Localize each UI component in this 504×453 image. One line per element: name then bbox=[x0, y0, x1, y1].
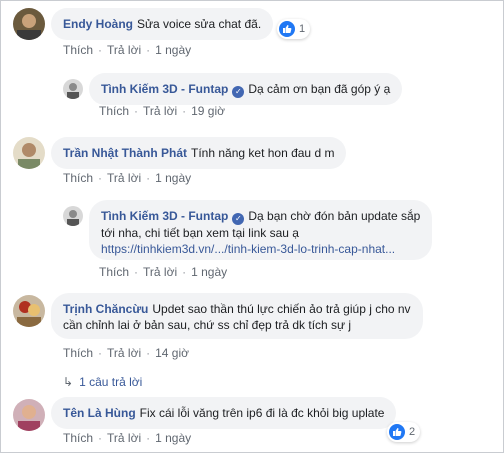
comment-text: Fix cái lỗi văng trên ip6 đi là đc khỏi … bbox=[139, 406, 385, 420]
comment-bubble: Trịnh Chăncừu Updet sao thần thú lực chiế… bbox=[51, 293, 423, 339]
comment-actions: Thích · Trả lời · 1 ngày bbox=[63, 431, 191, 445]
timestamp[interactable]: 19 giờ bbox=[191, 104, 225, 118]
comment-actions: Thích · Trả lời · 1 ngày bbox=[63, 171, 191, 185]
separator-dot: · bbox=[182, 265, 187, 279]
reply-bubble: Tình Kiếm 3D - Funtap ✓ Dạ cảm ơn bạn đã g… bbox=[89, 73, 403, 105]
timestamp[interactable]: 14 giờ bbox=[155, 346, 189, 360]
comment-text: Tính năng ket hon đau d m bbox=[191, 146, 335, 160]
reply-bubble: Tình Kiếm 3D - Funtap ✓ Dạ bạn chờ đón bản… bbox=[89, 200, 433, 260]
reaction-summary[interactable]: 1 bbox=[277, 19, 311, 39]
like-button[interactable]: Thích bbox=[63, 346, 93, 360]
separator-dot: · bbox=[146, 43, 151, 57]
reply-text-line1: Dạ bạn chờ đón bản update sắp bbox=[248, 209, 421, 223]
avatar[interactable] bbox=[13, 8, 45, 40]
separator-dot: · bbox=[146, 346, 151, 360]
reply-button[interactable]: Trả lời bbox=[143, 104, 177, 118]
like-button[interactable]: Thích bbox=[63, 171, 93, 185]
separator-dot: · bbox=[146, 171, 151, 185]
separator-dot: · bbox=[98, 171, 103, 185]
separator-dot: · bbox=[98, 43, 103, 57]
reaction-summary[interactable]: 2 bbox=[387, 422, 421, 442]
reply-text: Dạ cảm ơn bạn đã góp ý ạ bbox=[248, 82, 391, 96]
comment-text: Sửa voice sửa chat đã. bbox=[137, 17, 262, 31]
comment-author[interactable]: Tên Là Hùng bbox=[63, 406, 136, 420]
verified-badge-icon: ✓ bbox=[232, 86, 245, 98]
reply-button[interactable]: Trả lời bbox=[143, 265, 177, 279]
timestamp[interactable]: 1 ngày bbox=[191, 265, 227, 279]
like-button[interactable]: Thích bbox=[99, 104, 129, 118]
comment-bubble: Trần Nhật Thành Phát Tính năng ket hon đa… bbox=[51, 137, 347, 169]
view-replies-link[interactable]: ↳ 1 câu trả lời bbox=[63, 375, 142, 389]
like-button[interactable]: Thích bbox=[99, 265, 129, 279]
timestamp[interactable]: 1 ngày bbox=[155, 171, 191, 185]
comment-author[interactable]: Endy Hoàng bbox=[63, 17, 133, 31]
separator-dot: · bbox=[146, 431, 151, 445]
reply-actions: Thích · Trả lời · 19 giờ bbox=[99, 104, 225, 118]
reply-link[interactable]: https://tinhkiem3d.vn/.../tinh-kiem-3d-l… bbox=[101, 241, 420, 257]
avatar[interactable] bbox=[63, 206, 83, 226]
reply-author[interactable]: Tình Kiếm 3D - Funtap bbox=[101, 209, 228, 223]
comment-bubble: Tên Là Hùng Fix cái lỗi văng trên ip6 đi … bbox=[51, 397, 397, 429]
avatar[interactable] bbox=[13, 399, 45, 431]
reply-text-line2: tới nha, chi tiết bạn xem tại link sau ạ bbox=[101, 226, 299, 240]
timestamp[interactable]: 1 ngày bbox=[155, 431, 191, 445]
separator-dot: · bbox=[182, 104, 187, 118]
reply-arrow-icon: ↳ bbox=[63, 375, 74, 389]
reply-button[interactable]: Trả lời bbox=[107, 171, 141, 185]
comment-actions: Thích · Trả lời · 14 giờ bbox=[63, 346, 189, 360]
separator-dot: · bbox=[134, 104, 139, 118]
avatar[interactable] bbox=[13, 137, 45, 169]
reaction-count: 2 bbox=[409, 426, 416, 438]
like-reaction-icon bbox=[389, 424, 405, 440]
comment-author[interactable]: Trần Nhật Thành Phát bbox=[63, 146, 187, 160]
separator-dot: · bbox=[98, 346, 103, 360]
reply-button[interactable]: Trả lời bbox=[107, 346, 141, 360]
comment-bubble: Endy Hoàng Sửa voice sửa chat đã. bbox=[51, 8, 274, 40]
replies-count-label[interactable]: 1 câu trả lời bbox=[79, 375, 142, 389]
reply-button[interactable]: Trả lời bbox=[107, 431, 141, 445]
separator-dot: · bbox=[134, 265, 139, 279]
comment-actions: Thích · Trả lời · 1 ngày bbox=[63, 43, 191, 57]
like-button[interactable]: Thích bbox=[63, 43, 93, 57]
avatar[interactable] bbox=[13, 295, 45, 327]
reply-button[interactable]: Trả lời bbox=[107, 43, 141, 57]
separator-dot: · bbox=[98, 431, 103, 445]
avatar[interactable] bbox=[63, 79, 83, 99]
verified-badge-icon: ✓ bbox=[232, 213, 245, 225]
comment-author[interactable]: Trịnh Chăncừu bbox=[63, 302, 148, 316]
reaction-count: 1 bbox=[299, 23, 306, 35]
like-reaction-icon bbox=[279, 21, 295, 37]
comment-text-line2: cần chỉnh lai ở bản sau, chứ ss chỉ đẹp … bbox=[63, 318, 352, 332]
timestamp[interactable]: 1 ngày bbox=[155, 43, 191, 57]
comments-panel: Endy Hoàng Sửa voice sửa chat đã. 1 Thích… bbox=[0, 0, 504, 453]
like-button[interactable]: Thích bbox=[63, 431, 93, 445]
comment-text-line1: Updet sao thần thú lực chiến ảo trả giúp… bbox=[152, 302, 411, 316]
reply-author[interactable]: Tình Kiếm 3D - Funtap bbox=[101, 82, 228, 96]
reply-actions: Thích · Trả lời · 1 ngày bbox=[99, 265, 227, 279]
